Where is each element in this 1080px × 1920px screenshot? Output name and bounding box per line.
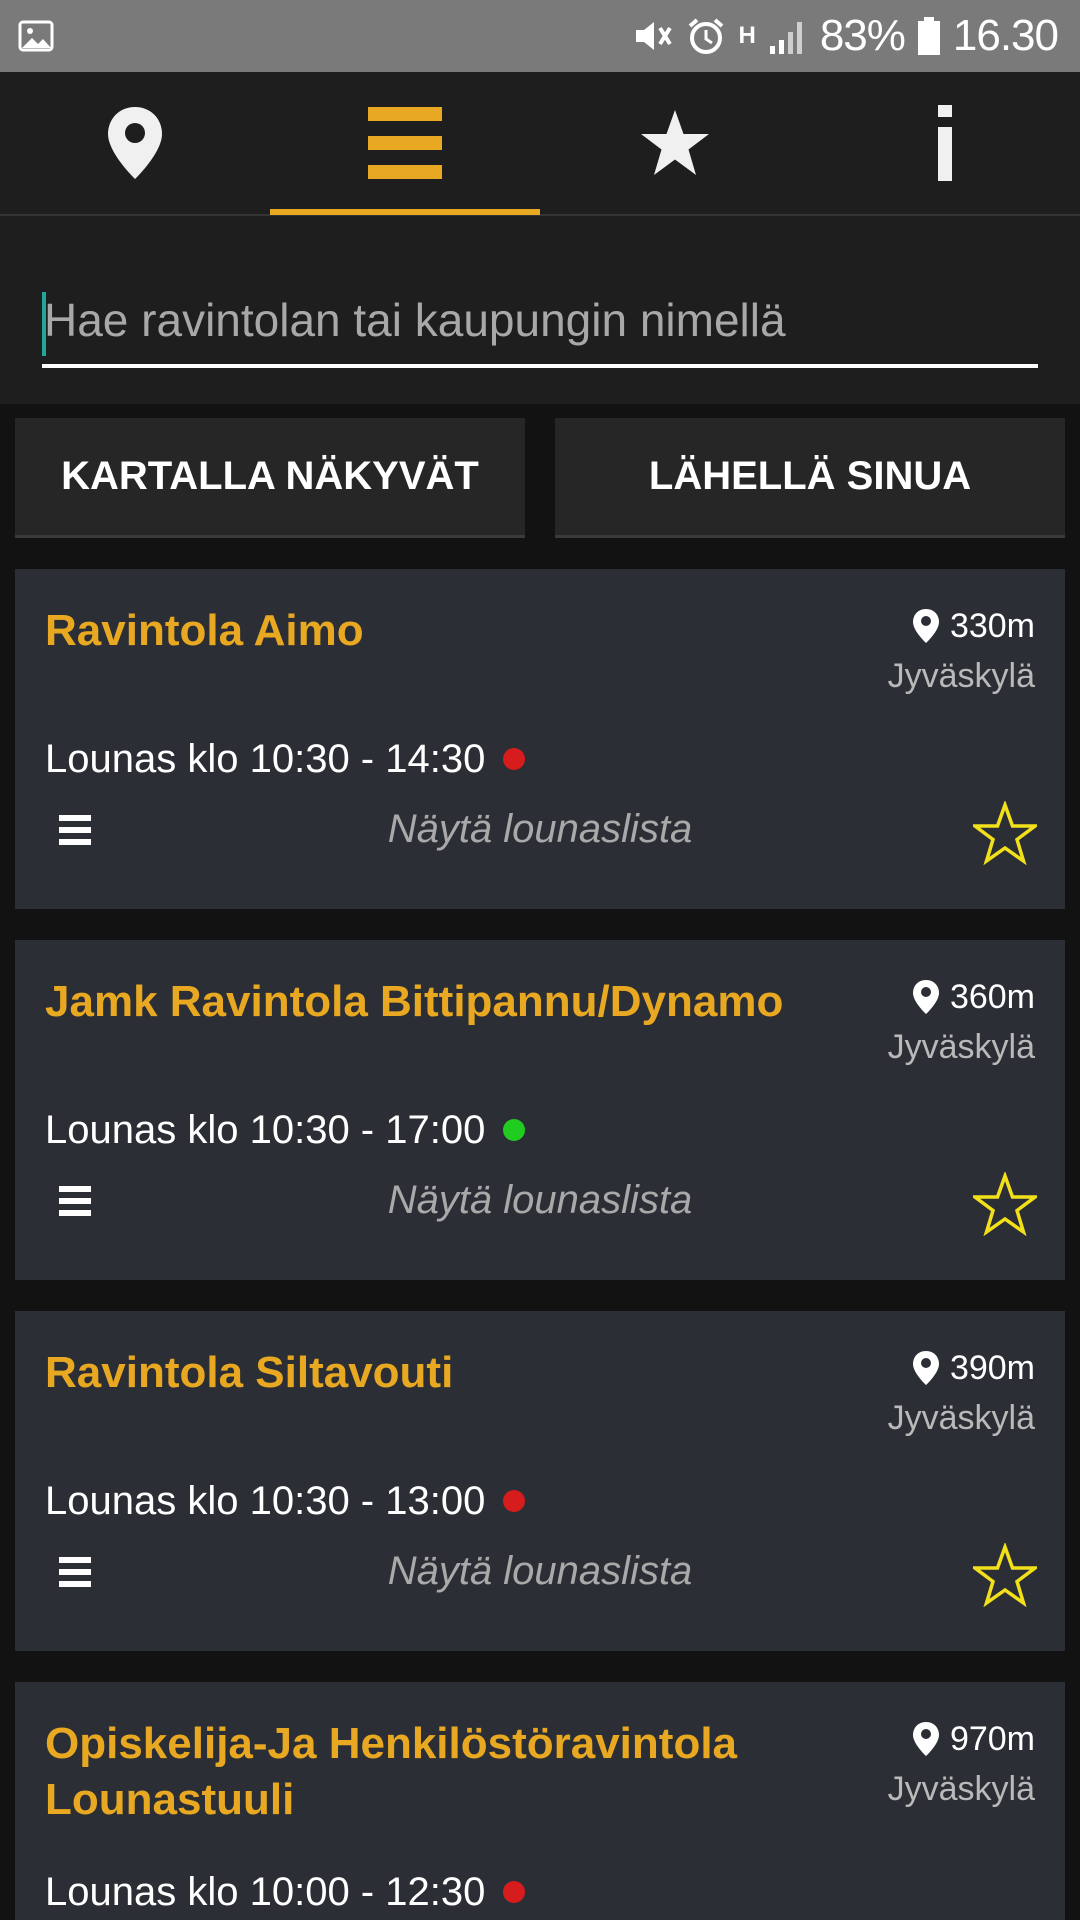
tab-list[interactable] [270, 72, 540, 215]
restaurant-name: Ravintola Siltavouti [45, 1348, 454, 1397]
near-you-button[interactable]: LÄHELLÄ SINUA [555, 418, 1065, 538]
show-menu-link[interactable]: Näytä lounaslista [15, 1549, 1065, 1594]
alarm-icon [689, 18, 724, 54]
city: Jyväskylä [887, 1399, 1035, 1437]
lunch-hours-text: Lounas klo 10:00 - 12:30 [45, 1869, 486, 1914]
search-area [0, 216, 1080, 404]
lunch-hours: Lounas klo 10:00 - 12:30 [45, 1864, 526, 1920]
lunch-hours: Lounas klo 10:30 - 17:00 [45, 1102, 526, 1158]
battery-icon [917, 17, 940, 55]
favorite-star-icon[interactable] [973, 801, 1037, 865]
tab-info[interactable] [810, 72, 1080, 214]
location-pin-icon [912, 980, 939, 1014]
restaurant-card[interactable]: Opiskelija-Ja Henkilöstöravintola Lounas… [15, 1682, 1065, 1920]
battery-percent: 83% [819, 11, 906, 60]
lunch-hours-text: Lounas klo 10:30 - 13:00 [45, 1478, 486, 1523]
distance: 390m [912, 1345, 1035, 1391]
restaurant-card[interactable]: Ravintola Aimo 330m Jyväskylä Lounas klo… [15, 569, 1065, 909]
gallery-notification-icon [18, 20, 54, 52]
favorite-star-icon[interactable] [973, 1543, 1037, 1607]
distance-value: 330m [949, 606, 1035, 645]
restaurant-card[interactable]: Ravintola Siltavouti 390m Jyväskylä Loun… [15, 1311, 1065, 1651]
location-pin-icon [912, 1722, 939, 1756]
lunch-hours-text: Lounas klo 10:30 - 17:00 [45, 1107, 486, 1152]
restaurant-name: Jamk Ravintola Bittipannu/Dynamo [45, 977, 784, 1026]
signal-icon [769, 22, 802, 54]
open-status-dot [503, 1119, 526, 1141]
clock: 16.30 [952, 11, 1059, 60]
status-bar: H 83% 16.30 [0, 0, 1080, 72]
city: Jyväskylä [887, 657, 1035, 695]
restaurant-name: Ravintola Aimo [45, 606, 364, 655]
tab-favorites[interactable] [540, 72, 810, 214]
list-icon [368, 107, 442, 179]
text-cursor [42, 292, 46, 356]
distance: 330m [912, 603, 1035, 649]
distance: 970m [912, 1716, 1035, 1762]
search-input[interactable] [42, 276, 1038, 368]
city: Jyväskylä [887, 1770, 1035, 1808]
closed-status-dot [503, 1881, 526, 1903]
tab-map[interactable] [0, 72, 270, 214]
city: Jyväskylä [887, 1028, 1035, 1066]
show-menu-link[interactable]: Näytä lounaslista [15, 1178, 1065, 1223]
restaurant-card[interactable]: Jamk Ravintola Bittipannu/Dynamo 360m Jy… [15, 940, 1065, 1280]
network-type: H [738, 22, 756, 49]
location-pin-icon [912, 1351, 939, 1385]
lunch-hours: Lounas klo 10:30 - 14:30 [45, 731, 526, 787]
show-menu-link[interactable]: Näytä lounaslista [15, 807, 1065, 852]
mute-vibrate-icon [636, 22, 673, 50]
tab-bar [0, 72, 1080, 216]
map-pin-icon [108, 107, 162, 179]
lunch-hours-text: Lounas klo 10:30 - 14:30 [45, 736, 486, 781]
location-pin-icon [912, 609, 939, 643]
info-icon [938, 105, 952, 181]
distance: 360m [912, 974, 1035, 1020]
lunch-hours: Lounas klo 10:30 - 13:00 [45, 1473, 526, 1529]
restaurant-name: Opiskelija-Ja Henkilöstöravintola Lounas… [45, 1719, 738, 1824]
on-map-button[interactable]: KARTALLA NÄKYVÄT [15, 418, 525, 538]
distance-value: 970m [949, 1719, 1035, 1758]
star-icon [641, 110, 709, 175]
closed-status-dot [503, 748, 526, 770]
favorite-star-icon[interactable] [973, 1172, 1037, 1236]
distance-value: 360m [949, 977, 1035, 1016]
closed-status-dot [503, 1490, 526, 1512]
distance-value: 390m [949, 1348, 1035, 1387]
